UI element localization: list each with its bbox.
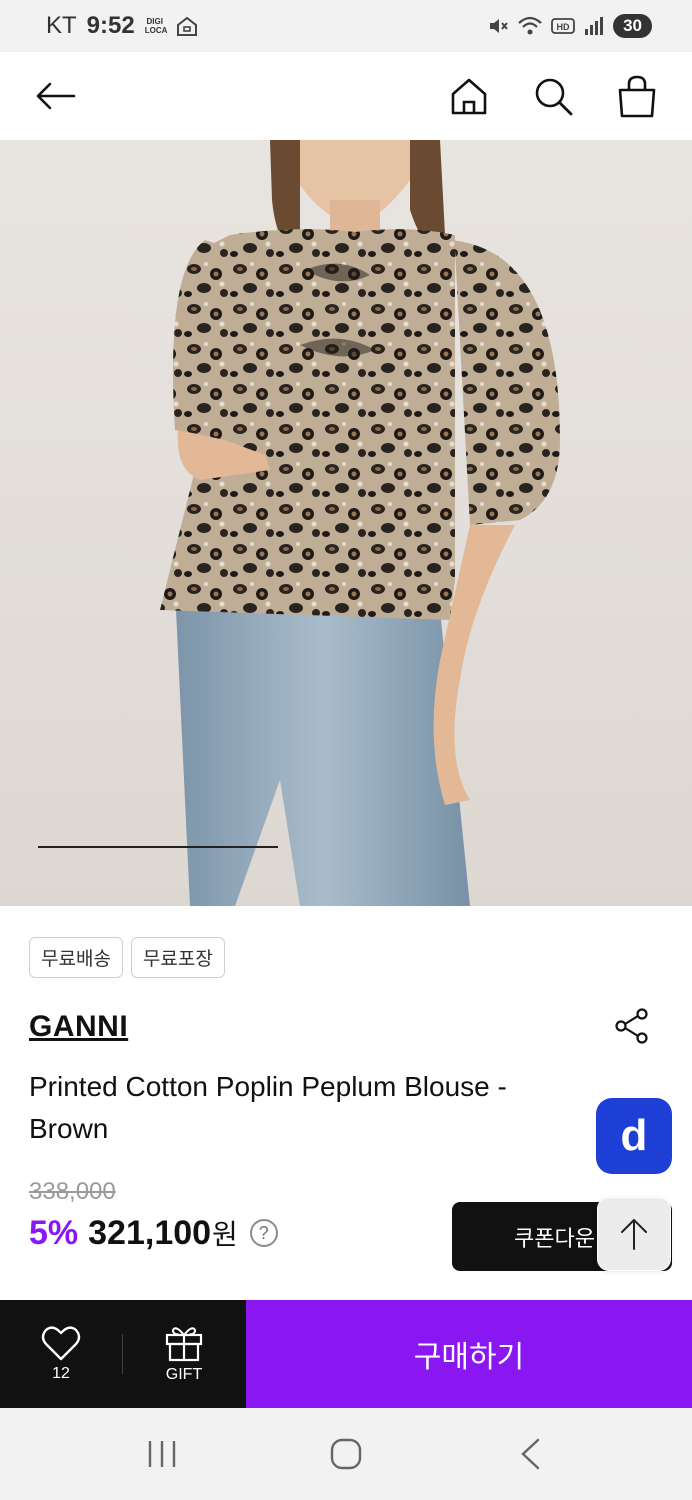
product-name: Printed Cotton Poplin Peplum Blouse - Br…: [29, 1071, 507, 1144]
digi-loca-badge: DIGI LOCA: [144, 17, 168, 35]
app-header: [0, 52, 692, 140]
status-time: 9:52: [86, 12, 135, 39]
free-wrapping-tag: 무료포장: [130, 937, 225, 978]
image-progress-bar: [38, 846, 278, 848]
heart-icon: [41, 1326, 81, 1361]
gift-icon: [165, 1327, 203, 1362]
back-nav-button[interactable]: [490, 1424, 570, 1484]
home-circle-icon: [330, 1438, 362, 1470]
chevron-left-icon: [521, 1438, 540, 1470]
home-nav-button[interactable]: [306, 1424, 386, 1484]
product-photo: [160, 140, 560, 906]
share-button[interactable]: [612, 1006, 652, 1046]
svg-text:HD: HD: [557, 22, 570, 32]
bottom-action-bar: 12 GIFT 구매하기: [0, 1300, 692, 1408]
home-status-icon: [176, 16, 197, 36]
home-button[interactable]: [444, 71, 494, 121]
like-button[interactable]: 12: [0, 1300, 122, 1408]
brand-link[interactable]: GANNI: [29, 1010, 128, 1044]
search-button[interactable]: [528, 71, 578, 121]
discount-rate: 5%: [29, 1213, 79, 1252]
scroll-top-button[interactable]: [597, 1197, 671, 1271]
like-count: 12: [52, 1365, 70, 1382]
d-floating-button[interactable]: d: [596, 1098, 672, 1174]
system-nav-bar: [0, 1408, 692, 1500]
signal-icon: [585, 17, 604, 35]
gift-button[interactable]: GIFT: [123, 1300, 245, 1408]
status-bar: KT 9:52 DIGI LOCA HD 30: [0, 0, 692, 52]
search-icon: [535, 78, 573, 116]
arrow-up-icon: [621, 1219, 647, 1250]
carrier-label: KT: [46, 12, 77, 39]
recent-apps-icon: [148, 1441, 176, 1467]
hd-icon: HD: [551, 18, 575, 34]
mute-icon: [490, 19, 508, 33]
home-icon: [451, 78, 487, 115]
cart-button[interactable]: [612, 71, 662, 121]
original-price: 338,000: [29, 1178, 116, 1205]
currency-label: 원: [212, 1219, 238, 1250]
price-row: 5% 321,100 원 ?: [29, 1213, 278, 1253]
sale-price: 321,100: [88, 1213, 212, 1252]
wifi-icon: [518, 16, 542, 35]
share-icon: [615, 1008, 648, 1044]
product-tags: 무료배송 무료포장: [29, 937, 225, 978]
back-button[interactable]: [30, 71, 80, 121]
price-help-icon[interactable]: ?: [249, 1219, 278, 1247]
free-shipping-tag: 무료배송: [29, 937, 123, 978]
recent-apps-button[interactable]: [122, 1424, 202, 1484]
battery-indicator: 30: [613, 14, 652, 38]
gift-label: GIFT: [165, 1366, 203, 1383]
buy-button[interactable]: 구매하기: [246, 1300, 692, 1408]
arrow-left-icon: [36, 82, 76, 110]
product-image[interactable]: [0, 140, 692, 906]
shopping-bag-icon: [618, 75, 656, 118]
